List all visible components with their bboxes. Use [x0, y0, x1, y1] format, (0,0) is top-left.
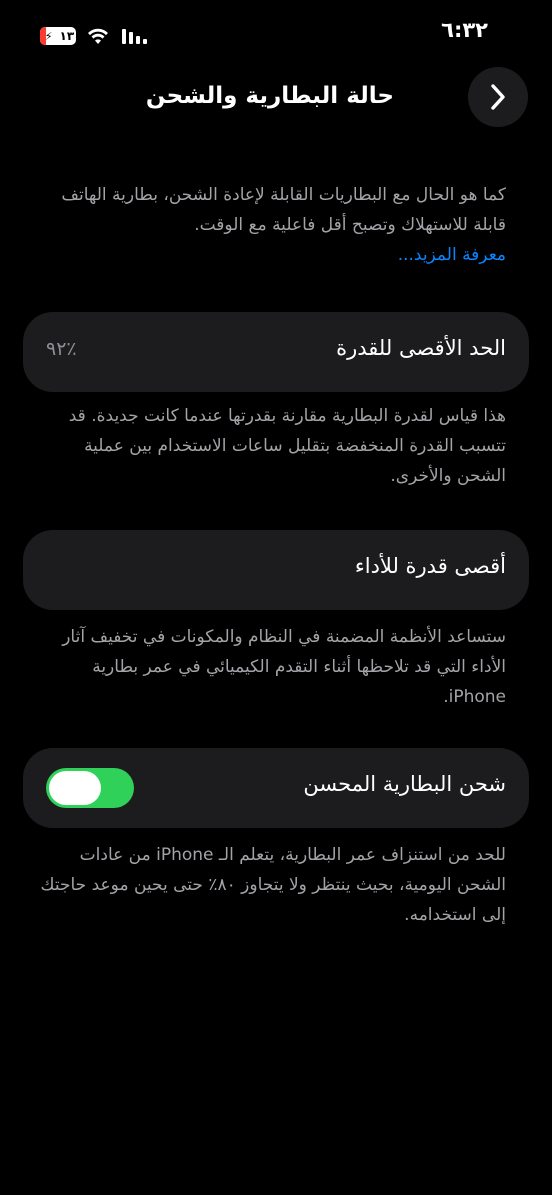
- chevron-right-icon: [491, 84, 505, 110]
- battery-icon: ⚡ ١٣: [40, 27, 76, 45]
- maximum-capacity-value: ٪٩٢: [46, 338, 77, 360]
- optimized-charging-toggle[interactable]: [46, 768, 134, 808]
- navigation-bar: حالة البطارية والشحن: [0, 60, 552, 136]
- optimized-charging-label: شحن البطارية المحسن: [303, 772, 506, 796]
- toggle-knob: [49, 771, 101, 805]
- maximum-capacity-label: الحد الأقصى للقدرة: [336, 336, 506, 360]
- maximum-capacity-row: الحد الأقصى للقدرة ٪٩٢: [23, 312, 529, 392]
- optimized-charging-row: شحن البطارية المحسن: [23, 748, 529, 828]
- intro-text: كما هو الحال مع البطاريات القابلة لإعادة…: [61, 185, 506, 235]
- peak-performance-row: أقصى قدرة للأداء: [23, 530, 529, 610]
- optimized-charging-description: للحد من استنزاف عمر البطارية، يتعلم الـ …: [40, 845, 506, 925]
- page-title: حالة البطارية والشحن: [145, 83, 394, 109]
- status-time: ٦:٣٢: [441, 18, 488, 42]
- charging-bolt-icon: ⚡: [44, 29, 53, 43]
- peak-performance-label: أقصى قدرة للأداء: [354, 554, 506, 578]
- learn-more-link[interactable]: معرفة المزيد...: [36, 240, 506, 270]
- battery-level: ١٣: [59, 29, 75, 43]
- intro-section: كما هو الحال مع البطاريات القابلة لإعادة…: [36, 180, 506, 270]
- peak-performance-description: ستساعد الأنظمة المضمنة في النظام والمكون…: [62, 627, 506, 707]
- cellular-signal-icon: [122, 29, 147, 44]
- maximum-capacity-description: هذا قياس لقدرة البطارية مقارنة بقدرتها ع…: [68, 406, 506, 486]
- back-button[interactable]: [468, 67, 528, 127]
- wifi-icon: [88, 28, 108, 44]
